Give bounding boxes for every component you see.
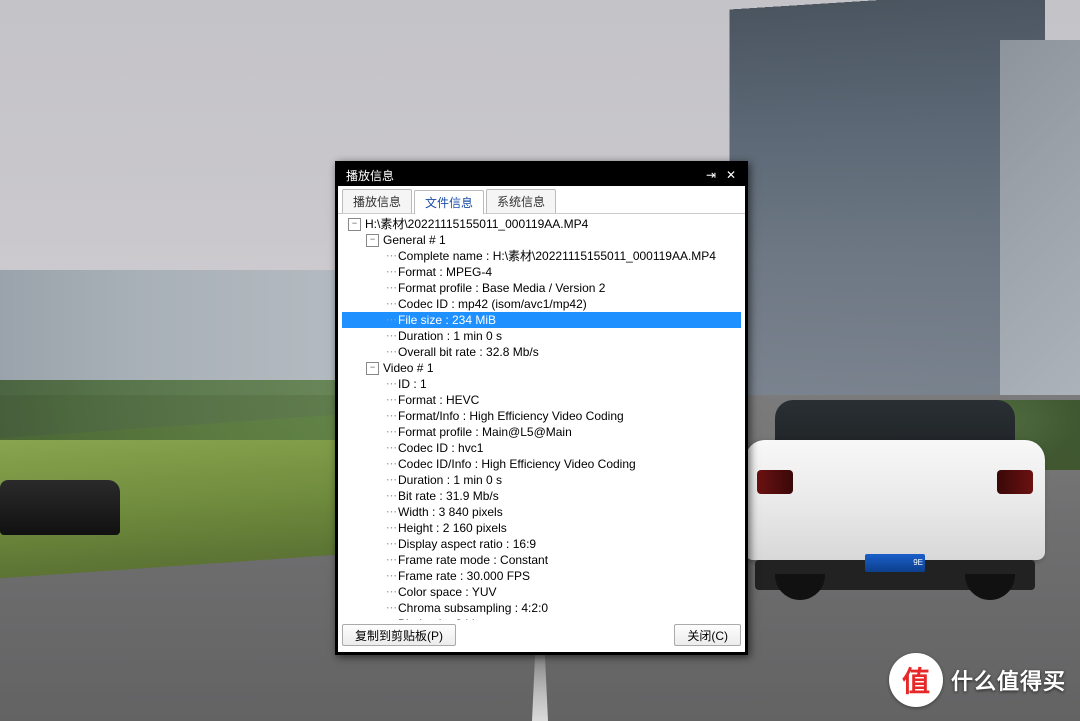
tree-section-1[interactable]: −Video # 1 bbox=[342, 360, 741, 376]
copy-to-clipboard-button[interactable]: 复制到剪贴板(P) bbox=[342, 624, 456, 646]
building-far-right bbox=[1000, 40, 1080, 420]
tree-item-1-5[interactable]: ⋯Codec ID/Info : High Efficiency Video C… bbox=[342, 456, 741, 472]
tree-item-0-6[interactable]: ⋯Overall bit rate : 32.8 Mb/s bbox=[342, 344, 741, 360]
tree-section-0[interactable]: −General # 1 bbox=[342, 232, 741, 248]
tree-item-1-10[interactable]: ⋯Display aspect ratio : 16:9 bbox=[342, 536, 741, 552]
tree-item-1-15[interactable]: ⋯Bit depth : 8 bits bbox=[342, 616, 741, 620]
collapse-icon[interactable]: − bbox=[348, 218, 361, 231]
titlebar[interactable]: 播放信息 ⇥ ✕ bbox=[338, 164, 745, 186]
tree-item-1-0[interactable]: ⋯ID : 1 bbox=[342, 376, 741, 392]
watermark-text: 什么值得买 bbox=[951, 664, 1066, 696]
dashcam-background: 9E 播放信息 ⇥ ✕ 播放信息 文件信息 系统信息 −H:\素材\202211… bbox=[0, 0, 1080, 721]
tree-item-1-1[interactable]: ⋯Format : HEVC bbox=[342, 392, 741, 408]
collapse-icon[interactable]: − bbox=[366, 234, 379, 247]
trees-left bbox=[0, 380, 380, 440]
tree-item-1-3[interactable]: ⋯Format profile : Main@L5@Main bbox=[342, 424, 741, 440]
tree-item-1-6[interactable]: ⋯Duration : 1 min 0 s bbox=[342, 472, 741, 488]
white-suv: 9E bbox=[745, 400, 1045, 600]
tree-item-1-11[interactable]: ⋯Frame rate mode : Constant bbox=[342, 552, 741, 568]
license-plate: 9E bbox=[865, 554, 925, 572]
skyscraper-right bbox=[729, 0, 1045, 440]
tab-bar: 播放信息 文件信息 系统信息 bbox=[338, 186, 745, 214]
tab-playback-info[interactable]: 播放信息 bbox=[342, 189, 412, 213]
tree-item-1-7[interactable]: ⋯Bit rate : 31.9 Mb/s bbox=[342, 488, 741, 504]
watermark: 值 什么值得买 bbox=[889, 653, 1066, 707]
tree-item-1-12[interactable]: ⋯Frame rate : 30.000 FPS bbox=[342, 568, 741, 584]
watermark-logo-icon: 值 bbox=[889, 653, 943, 707]
pin-icon[interactable]: ⇥ bbox=[701, 168, 721, 182]
close-icon[interactable]: ✕ bbox=[721, 168, 741, 182]
tree-root[interactable]: −H:\素材\20221115155011_000119AA.MP4 bbox=[342, 216, 741, 232]
tree-item-0-4[interactable]: ⋯File size : 234 MiB bbox=[342, 312, 741, 328]
tree-item-1-4[interactable]: ⋯Codec ID : hvc1 bbox=[342, 440, 741, 456]
tree-item-0-0[interactable]: ⋯Complete name : H:\素材\20221115155011_00… bbox=[342, 248, 741, 264]
media-info-dialog: 播放信息 ⇥ ✕ 播放信息 文件信息 系统信息 −H:\素材\202211151… bbox=[335, 161, 748, 655]
tree-item-0-1[interactable]: ⋯Format : MPEG-4 bbox=[342, 264, 741, 280]
dialog-title: 播放信息 bbox=[346, 167, 701, 184]
dialog-buttons: 复制到剪贴板(P) 关闭(C) bbox=[342, 624, 741, 648]
tab-file-info[interactable]: 文件信息 bbox=[414, 190, 484, 214]
tree-item-0-2[interactable]: ⋯Format profile : Base Media / Version 2 bbox=[342, 280, 741, 296]
tree-item-1-8[interactable]: ⋯Width : 3 840 pixels bbox=[342, 504, 741, 520]
parked-car-left bbox=[0, 480, 120, 535]
tree-item-0-3[interactable]: ⋯Codec ID : mp42 (isom/avc1/mp42) bbox=[342, 296, 741, 312]
tree-item-1-13[interactable]: ⋯Color space : YUV bbox=[342, 584, 741, 600]
tree-item-0-5[interactable]: ⋯Duration : 1 min 0 s bbox=[342, 328, 741, 344]
tree-item-1-2[interactable]: ⋯Format/Info : High Efficiency Video Cod… bbox=[342, 408, 741, 424]
collapse-icon[interactable]: − bbox=[366, 362, 379, 375]
close-button[interactable]: 关闭(C) bbox=[674, 624, 741, 646]
tree-item-1-14[interactable]: ⋯Chroma subsampling : 4:2:0 bbox=[342, 600, 741, 616]
tree-item-1-9[interactable]: ⋯Height : 2 160 pixels bbox=[342, 520, 741, 536]
info-tree[interactable]: −H:\素材\20221115155011_000119AA.MP4−Gener… bbox=[342, 216, 741, 620]
tab-system-info[interactable]: 系统信息 bbox=[486, 189, 556, 213]
